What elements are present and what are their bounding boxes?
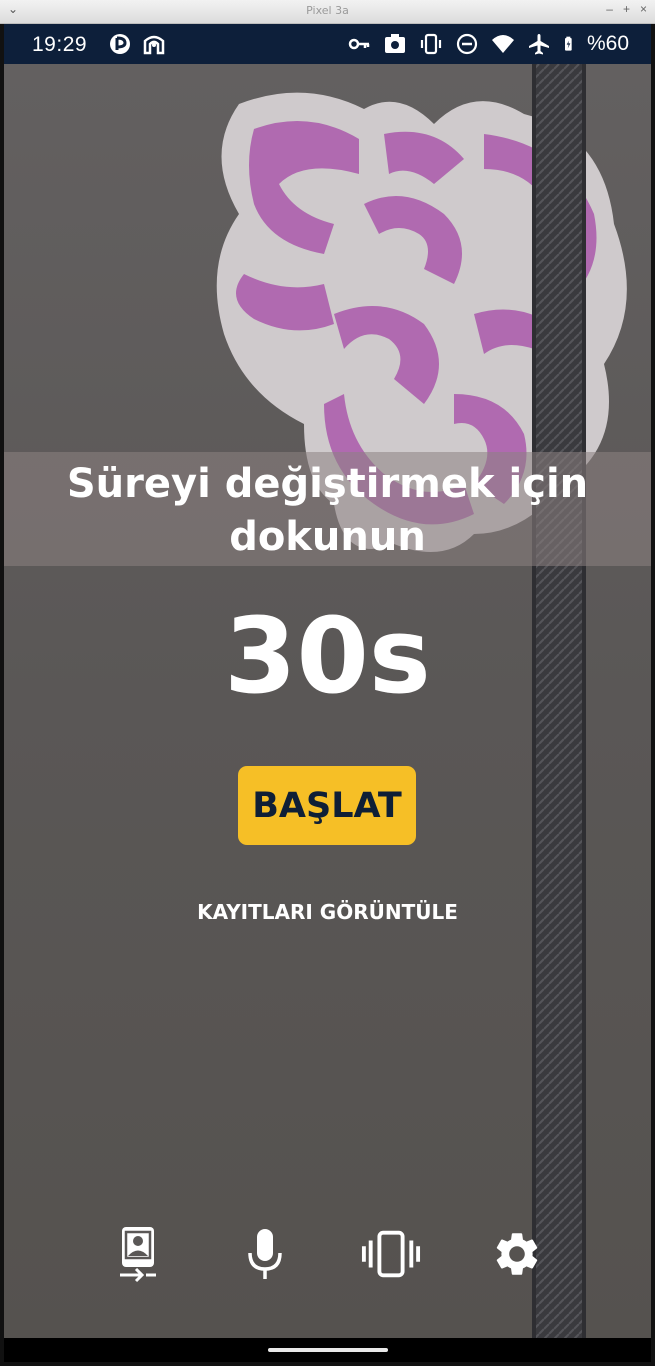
key-icon: [348, 38, 370, 50]
close-button[interactable]: ×: [640, 2, 647, 16]
switch-camera-button[interactable]: [108, 1224, 168, 1284]
maximize-button[interactable]: +: [623, 2, 630, 16]
settings-button[interactable]: [487, 1224, 547, 1284]
view-records-link[interactable]: KAYITLARI GÖRÜNTÜLE: [4, 900, 651, 924]
battery-percentage: %60: [586, 32, 629, 55]
status-time: 19:29: [32, 33, 88, 56]
navigation-bar: [4, 1338, 651, 1362]
window-title: Pixel 3a: [306, 4, 349, 17]
vibrate-status-icon: [420, 33, 442, 55]
microphone-button[interactable]: [235, 1224, 295, 1284]
change-duration-hint[interactable]: Süreyi değiştirmek için dokunun: [4, 458, 651, 564]
switch-camera-icon: [120, 1227, 156, 1283]
screenshot-icon: [384, 34, 405, 53]
do-not-disturb-icon: [456, 33, 478, 55]
wifi-icon: [491, 35, 514, 53]
microphone-icon: [248, 1229, 282, 1279]
bottom-toolbar: [4, 1224, 651, 1294]
window-controls: – + ×: [606, 2, 647, 16]
vibrate-button[interactable]: [361, 1224, 421, 1284]
vibrate-icon: [361, 1230, 421, 1278]
timer-duration[interactable]: 30s: [4, 596, 651, 716]
minimize-button[interactable]: –: [606, 2, 613, 16]
phone-screen: 19:29 %60 Süreyi değiştirmek için dokunu…: [4, 24, 651, 1362]
accessibility-icon: [143, 35, 165, 55]
airplane-mode-icon: [528, 34, 549, 55]
start-button[interactable]: BAŞLAT: [238, 766, 416, 845]
window-titlebar: ⌄ Pixel 3a – + ×: [0, 0, 655, 24]
home-gesture-handle[interactable]: [268, 1348, 388, 1352]
battery-charging-icon: [564, 36, 572, 51]
app-notification-icon: [110, 34, 130, 54]
settings-icon: [496, 1233, 538, 1275]
status-bar: 19:29 %60: [4, 24, 651, 64]
